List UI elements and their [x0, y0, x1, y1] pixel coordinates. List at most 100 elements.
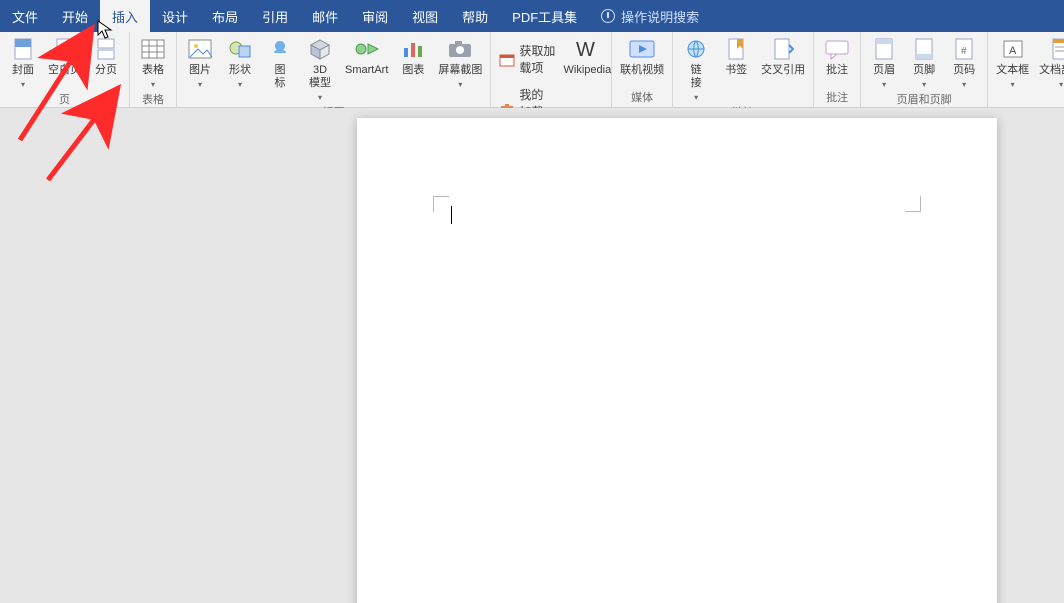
margin-marker-top-left [433, 196, 449, 212]
icons-button[interactable]: 图 标 [263, 34, 297, 90]
footer-label: 页脚 [913, 64, 935, 77]
document-workspace[interactable] [0, 108, 1064, 603]
cover-page-label: 封面 [12, 64, 34, 77]
bookmark-label: 书签 [725, 64, 747, 77]
cross-reference-label: 交叉引用 [761, 64, 805, 77]
tab-mailings[interactable]: 邮件 [300, 0, 350, 32]
hyperlink-label: 链 接 [691, 64, 702, 90]
online-video-label: 联机视频 [620, 64, 664, 77]
pictures-button[interactable]: 图片 [183, 34, 217, 91]
textbox-label: 文本框 [996, 64, 1029, 77]
cover-page-button[interactable]: 封面 [6, 34, 40, 91]
comment-label: 批注 [826, 64, 848, 77]
3d-models-button[interactable]: 3D 模型 [303, 34, 337, 104]
table-label: 表格 [142, 64, 164, 77]
tab-layout[interactable]: 布局 [200, 0, 250, 32]
hyperlink-button[interactable]: 链 接 [679, 34, 713, 104]
table-button[interactable]: 表格 [136, 34, 170, 91]
pictures-icon [186, 36, 214, 62]
group-header-footer: 页眉 页脚 # 页码 页眉和页脚 [861, 32, 988, 107]
document-page[interactable] [357, 118, 997, 603]
tab-references[interactable]: 引用 [250, 0, 300, 32]
group-media-label: 媒体 [618, 89, 666, 107]
tab-design[interactable]: 设计 [150, 0, 200, 32]
tell-me-label: 操作说明搜索 [621, 7, 699, 26]
wikipedia-label: Wikipedia [564, 64, 612, 77]
tell-me-search[interactable]: 操作说明搜索 [589, 0, 711, 32]
icons-label: 图 标 [275, 64, 286, 90]
pictures-label: 图片 [189, 64, 211, 77]
group-header-footer-label: 页眉和页脚 [867, 91, 981, 109]
group-tables-label: 表格 [136, 91, 170, 109]
screenshot-button[interactable]: 屏幕截图 [436, 34, 484, 91]
shapes-button[interactable]: 形状 [223, 34, 257, 91]
page-break-label: 分页 [95, 64, 117, 77]
group-text: A 文本框 文档部件 A 艺术字 A 首字下沉 [988, 32, 1064, 107]
tab-review[interactable]: 审阅 [350, 0, 400, 32]
3d-models-label: 3D 模型 [309, 64, 331, 90]
cube-icon [306, 36, 334, 62]
comment-icon [823, 36, 851, 62]
quick-parts-icon [1047, 36, 1064, 62]
get-addins-button[interactable]: 获取加载项 [497, 40, 559, 78]
group-pages-label: 页 [6, 91, 123, 109]
cover-page-icon [9, 36, 37, 62]
group-tables: 表格 表格 [130, 32, 177, 107]
wikipedia-icon: W [573, 36, 601, 62]
shapes-label: 形状 [229, 64, 251, 77]
tab-home[interactable]: 开始 [50, 0, 100, 32]
chart-button[interactable]: 图表 [396, 34, 430, 77]
comment-button[interactable]: 批注 [820, 34, 854, 77]
smartart-label: SmartArt [345, 64, 388, 77]
screenshot-label: 屏幕截图 [438, 64, 482, 77]
tab-view[interactable]: 视图 [400, 0, 450, 32]
group-addins: 获取加载项 我的加载项 ▾ W Wikipedia 加载项 [491, 32, 612, 107]
store-icon [499, 50, 515, 68]
footer-button[interactable]: 页脚 [907, 34, 941, 91]
textbox-button[interactable]: A 文本框 [994, 34, 1031, 91]
bookmark-icon [722, 36, 750, 62]
ribbon-insert: 封面 空白页 分页 页 表格 [0, 32, 1064, 108]
link-icon [682, 36, 710, 62]
get-addins-label: 获取加载项 [519, 42, 557, 76]
ribbon-tabbar: 文件 开始 插入 设计 布局 引用 邮件 审阅 视图 帮助 PDF工具集 操作说… [0, 0, 1064, 32]
online-video-button[interactable]: 联机视频 [618, 34, 666, 77]
crossref-icon [769, 36, 797, 62]
tab-pdf-tools[interactable]: PDF工具集 [500, 0, 589, 32]
smartart-button[interactable]: SmartArt [343, 34, 390, 77]
page-break-button[interactable]: 分页 [89, 34, 123, 77]
page-number-icon: # [950, 36, 978, 62]
svg-text:A: A [1009, 45, 1017, 57]
mouse-cursor-icon [97, 20, 113, 40]
cross-reference-button[interactable]: 交叉引用 [759, 34, 807, 77]
icons-icon [266, 36, 294, 62]
video-icon [628, 36, 656, 62]
page-number-label: 页码 [953, 64, 975, 77]
smartart-icon [353, 36, 381, 62]
page-number-button[interactable]: # 页码 [947, 34, 981, 91]
wikipedia-button[interactable]: W Wikipedia [570, 34, 606, 77]
blank-page-icon [51, 36, 79, 62]
group-text-label: 文本 [994, 91, 1064, 109]
text-cursor [451, 206, 452, 224]
blank-page-button[interactable]: 空白页 [46, 34, 83, 77]
textbox-icon: A [999, 36, 1027, 62]
group-pages: 封面 空白页 分页 页 [0, 32, 130, 107]
footer-icon [910, 36, 938, 62]
group-comments: 批注 批注 [814, 32, 861, 107]
blank-page-label: 空白页 [48, 64, 81, 77]
quick-parts-button[interactable]: 文档部件 [1037, 34, 1064, 91]
group-links: 链 接 书签 交叉引用 链接 [673, 32, 814, 107]
lightbulb-icon [601, 9, 615, 23]
tab-file[interactable]: 文件 [0, 0, 50, 32]
group-comments-label: 批注 [820, 89, 854, 107]
tab-help[interactable]: 帮助 [450, 0, 500, 32]
quick-parts-label: 文档部件 [1039, 64, 1064, 77]
header-icon [870, 36, 898, 62]
svg-text:#: # [961, 46, 967, 57]
header-button[interactable]: 页眉 [867, 34, 901, 91]
group-illustrations: 图片 形状 图 标 3D 模型 [177, 32, 491, 107]
bookmark-button[interactable]: 书签 [719, 34, 753, 77]
camera-icon [446, 36, 474, 62]
header-label: 页眉 [873, 64, 895, 77]
